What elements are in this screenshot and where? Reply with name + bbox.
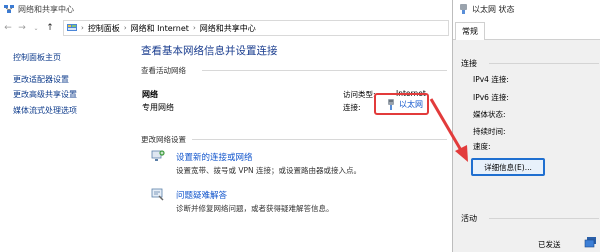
active-networks-label: 查看活动网络 — [141, 66, 186, 75]
setup-new-connection-desc: 设置宽带、拨号或 VPN 连接；或设置路由器或接入点。 — [176, 166, 362, 175]
ipv6-connectivity-label: IPv6 连接: — [473, 93, 509, 102]
network-type: 专用网络 — [142, 103, 174, 112]
sidebar: 控制面板主页 更改适配器设置 更改高级共享设置 媒体流式处理选项 — [0, 38, 132, 252]
group-divider — [489, 218, 599, 219]
dialog-body: 连接 IPv4 连接: IPv6 连接: 媒体状态: 持续时间: 速度: 详细信… — [453, 40, 600, 252]
back-arrow-icon[interactable]: ← — [2, 21, 14, 35]
access-type-label: 访问类型: — [343, 90, 376, 99]
media-state-label: 媒体状态: — [473, 110, 506, 119]
breadcrumb-separator-icon: › — [123, 24, 127, 32]
recent-dropdown-icon[interactable]: ⌄ — [30, 21, 42, 35]
address-bar: ← → ⌄ ↑ › 控制面板 › 网络和 Internet › 网络和共享中心 — [0, 18, 452, 38]
sidebar-item-advanced-sharing-settings[interactable]: 更改高级共享设置 — [13, 89, 77, 100]
annotation-highlight-box — [374, 93, 429, 115]
connection-group-label: 连接 — [461, 59, 477, 68]
main-content: 查看基本网络信息并设置连接 查看活动网络 网络 专用网络 访问类型: Inter… — [132, 38, 452, 252]
ethernet-status-dialog: 以太网 状态 常规 连接 IPv4 连接: IPv6 连接: 媒体状态: 持续时… — [452, 0, 600, 252]
tab-general[interactable]: 常规 — [455, 22, 485, 41]
breadcrumb-sharing-center[interactable]: 网络和共享中心 — [200, 23, 256, 34]
connections-label: 连接: — [343, 103, 361, 112]
network-sharing-center-window: 网络和共享中心 ← → ⌄ ↑ › 控制面板 › 网络和 Internet › … — [0, 0, 452, 252]
dialog-title: 以太网 状态 — [472, 4, 515, 14]
section-divider — [202, 70, 447, 71]
sidebar-item-media-streaming-options[interactable]: 媒体流式处理选项 — [13, 105, 77, 116]
duration-label: 持续时间: — [473, 127, 506, 136]
details-button[interactable]: 详细信息(E)... — [471, 158, 545, 176]
activity-group-label: 活动 — [461, 214, 477, 223]
breadcrumb[interactable]: › 控制面板 › 网络和 Internet › 网络和共享中心 — [63, 20, 449, 36]
network-name: 网络 — [142, 90, 158, 99]
window-titlebar: 网络和共享中心 — [0, 0, 452, 18]
control-panel-icon — [67, 23, 77, 31]
setup-new-connection-link[interactable]: 设置新的连接或网络 — [176, 151, 253, 163]
ipv4-connectivity-label: IPv4 连接: — [473, 75, 509, 84]
network-activity-icon — [584, 237, 596, 248]
troubleshoot-desc: 诊断并修复网络问题，或者获得疑难解答信息。 — [176, 204, 334, 213]
window-title: 网络和共享中心 — [18, 4, 74, 14]
sidebar-item-control-panel-home[interactable]: 控制面板主页 — [13, 52, 61, 63]
group-divider — [489, 63, 599, 64]
page-title: 查看基本网络信息并设置连接 — [141, 45, 278, 57]
ethernet-plug-icon — [460, 4, 467, 14]
troubleshoot-link[interactable]: 问题疑难解答 — [176, 189, 227, 201]
dialog-titlebar: 以太网 状态 — [453, 0, 600, 18]
speed-label: 速度: — [473, 142, 491, 151]
breadcrumb-control-panel[interactable]: 控制面板 — [88, 23, 120, 34]
sent-label: 已发送 — [538, 240, 561, 249]
breadcrumb-separator-icon: › — [81, 24, 84, 32]
dialog-tabstrip: 常规 — [453, 18, 600, 41]
change-settings-label: 更改网络设置 — [141, 135, 186, 144]
troubleshoot-icon — [151, 188, 164, 201]
breadcrumb-separator-icon: › — [192, 24, 196, 32]
breadcrumb-network-internet[interactable]: 网络和 Internet — [131, 23, 189, 34]
network-app-icon — [4, 5, 14, 13]
new-connection-icon — [151, 150, 165, 161]
sidebar-item-change-adapter-settings[interactable]: 更改适配器设置 — [13, 74, 69, 85]
forward-arrow-icon[interactable]: → — [16, 21, 28, 35]
up-arrow-icon[interactable]: ↑ — [44, 21, 56, 35]
section-divider — [192, 139, 447, 140]
